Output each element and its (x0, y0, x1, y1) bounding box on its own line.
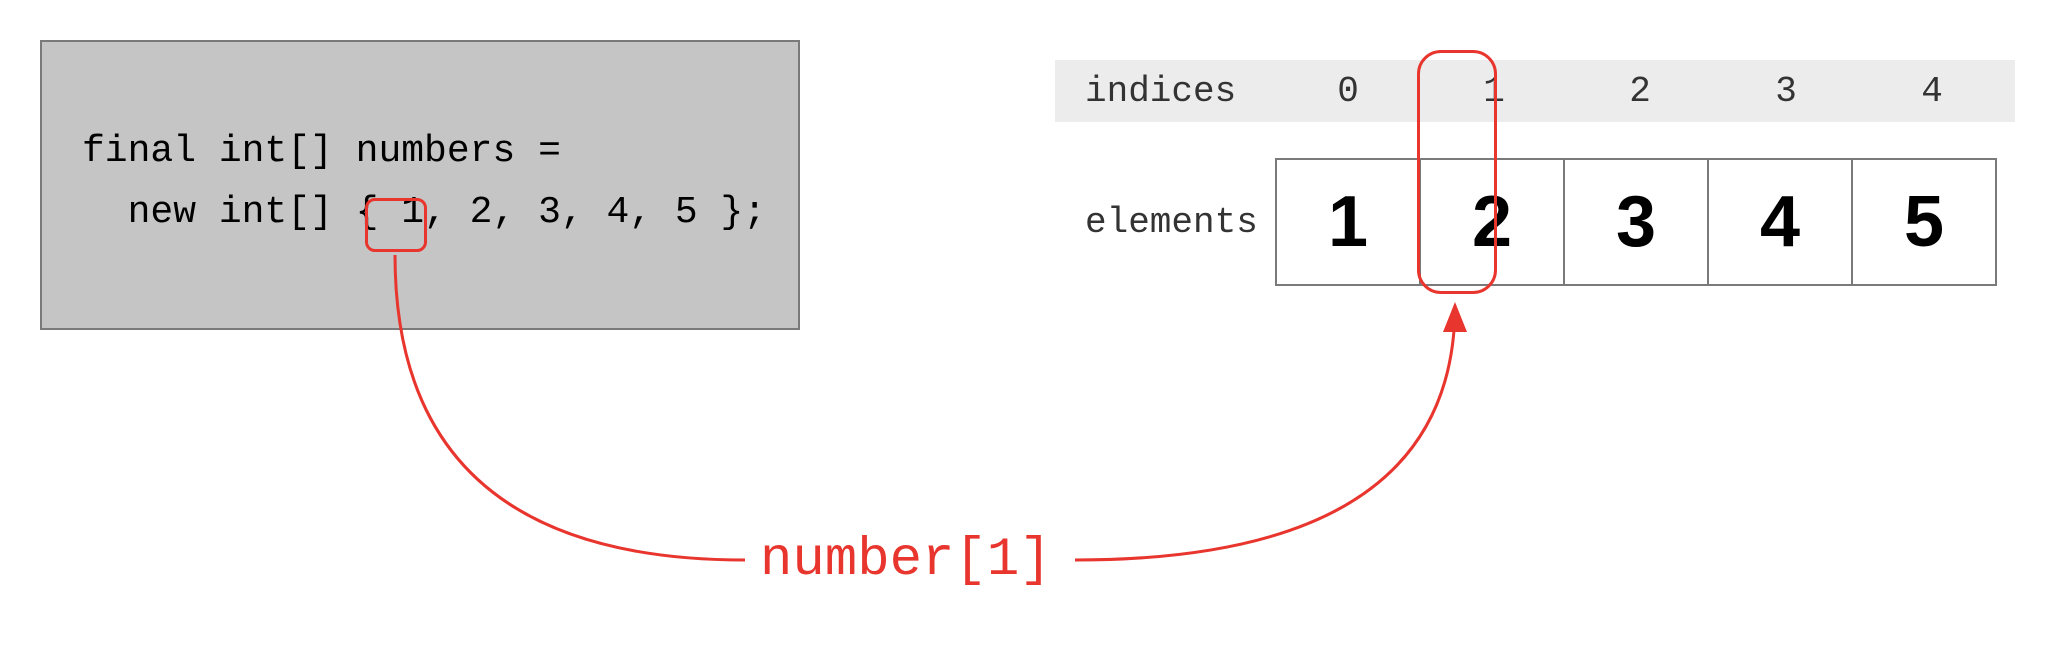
element-cell-0: 1 (1275, 158, 1421, 286)
code-block: final int[] numbers = new int[] { 1, 2, … (40, 40, 800, 330)
index-cell-0: 0 (1275, 71, 1421, 112)
index-cell-2: 2 (1567, 71, 1713, 112)
indices-row: indices 0 1 2 3 4 (1055, 60, 2015, 122)
index-cell-3: 3 (1713, 71, 1859, 112)
element-cell-3: 4 (1707, 158, 1853, 286)
index-cell-1: 1 (1421, 71, 1567, 112)
array-table: indices 0 1 2 3 4 elements 1 2 3 4 5 (1055, 60, 2015, 286)
indices-label: indices (1055, 71, 1275, 112)
elements-row: elements 1 2 3 4 5 (1055, 158, 2015, 286)
code-line-2: new int[] { 1, 2, 3, 4, 5 }; (82, 183, 758, 244)
annotation-label: number[1] (760, 530, 1052, 591)
index-cell-4: 4 (1859, 71, 2005, 112)
code-line-1: final int[] numbers = (82, 122, 758, 183)
element-cell-2: 3 (1563, 158, 1709, 286)
elements-boxes: 1 2 3 4 5 (1275, 158, 1997, 286)
elements-label: elements (1055, 202, 1275, 243)
element-cell-4: 5 (1851, 158, 1997, 286)
element-cell-1: 2 (1419, 158, 1565, 286)
